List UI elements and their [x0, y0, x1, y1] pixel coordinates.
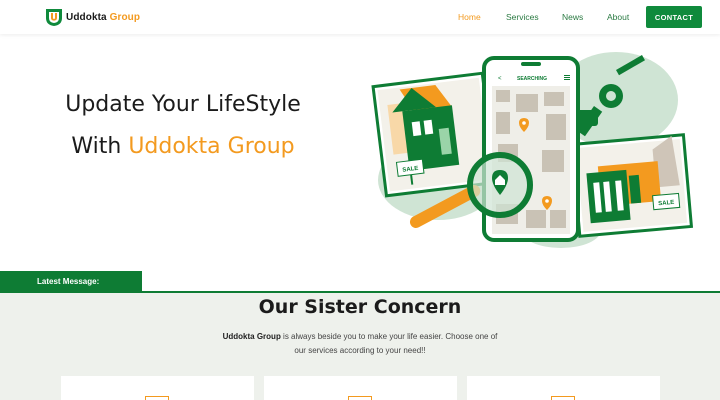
- hero-title-line2: With Uddokta Group: [71, 134, 295, 159]
- latest-message-label: Latest Message:: [0, 271, 142, 292]
- svg-text:<: <: [498, 76, 502, 82]
- sister-concern-description: Uddokta Group is always beside you to ma…: [222, 332, 498, 355]
- nav-news-link[interactable]: News: [562, 12, 583, 22]
- service-icon: [551, 396, 575, 400]
- logo-mark-icon: [46, 9, 62, 26]
- nav-about-link[interactable]: About: [607, 12, 629, 22]
- real-estate-search-illustration: SALE SALE < SEARCHING: [371, 52, 694, 248]
- service-card[interactable]: [264, 376, 457, 400]
- site-header: Uddokta Group Home Services News About C…: [0, 0, 720, 34]
- service-card[interactable]: [467, 376, 660, 400]
- service-icon: [348, 396, 372, 400]
- sister-concern-title: Our Sister Concern: [258, 296, 462, 318]
- nav-home-link[interactable]: Home: [458, 12, 481, 22]
- logo-text: Uddokta Group: [66, 11, 141, 23]
- service-card[interactable]: [61, 376, 254, 400]
- service-icon: [145, 396, 169, 400]
- logo[interactable]: Uddokta Group: [44, 7, 140, 27]
- phone-searching-label: SEARCHING: [517, 76, 547, 82]
- nav-services-link[interactable]: Services: [506, 12, 539, 22]
- contact-button[interactable]: CONTACT: [646, 6, 702, 28]
- hero-title-line1: Update Your LifeStyle: [65, 92, 301, 117]
- hero-title-accent: Uddokta Group: [128, 134, 295, 159]
